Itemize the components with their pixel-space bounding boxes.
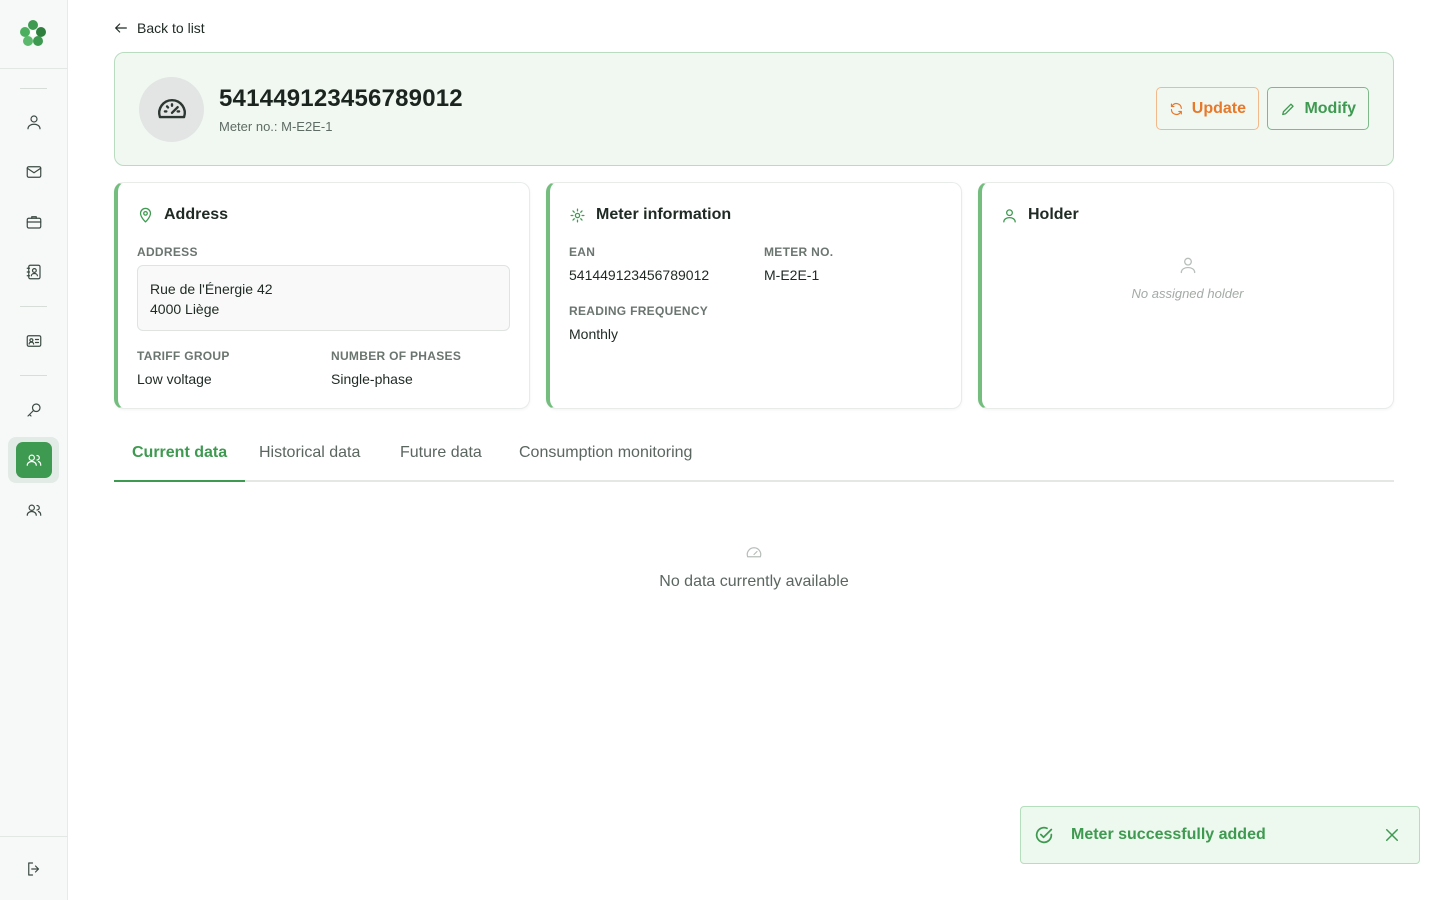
sidebar-separator: [20, 88, 47, 89]
address-card-title: Address: [137, 206, 228, 224]
holder-card-title-text: Holder: [1028, 206, 1079, 223]
phases-label: NUMBER OF PHASES: [331, 349, 462, 363]
holder-card-title: Holder: [1001, 206, 1079, 224]
no-data-state: No data currently available: [114, 544, 1394, 591]
gauge-icon: [157, 98, 186, 118]
meter-ean-title: 541449123456789012: [219, 85, 463, 112]
sidebar-item-mail[interactable]: [8, 149, 59, 195]
address-line-2: 4000 Liège: [150, 301, 220, 317]
meter-header: 541449123456789012 Meter no.: M-E2E-1 Up…: [114, 52, 1394, 166]
update-button[interactable]: Update: [1156, 87, 1259, 130]
users-icon: [26, 504, 41, 516]
sidebar-divider: [0, 836, 68, 837]
logout-icon: [27, 862, 39, 876]
modify-button-label: Modify: [1304, 99, 1356, 117]
meter-no-label: METER NO.: [764, 245, 834, 259]
sidebar-item-user[interactable]: [8, 99, 59, 145]
tab-bar: Current data Historical data Future data…: [114, 436, 1394, 482]
tab-current-data[interactable]: Current data: [114, 436, 246, 482]
sidebar-separator: [20, 375, 47, 376]
close-icon[interactable]: [1383, 826, 1401, 844]
toast-message: Meter successfully added: [1071, 826, 1266, 843]
tariff-group-label: TARIFF GROUP: [137, 349, 230, 363]
address-label: ADDRESS: [137, 245, 198, 259]
mail-icon: [26, 166, 41, 178]
update-button-label: Update: [1191, 99, 1246, 117]
refresh-icon: [1170, 102, 1182, 115]
user-icon: [1180, 257, 1195, 274]
arrow-left-icon: [115, 23, 127, 33]
users-icon: [26, 454, 41, 466]
address-card: Address ADDRESS Rue de l'Énergie 42 4000…: [114, 182, 530, 409]
no-data-text: No data currently available: [659, 573, 849, 590]
active-indicator: [15, 442, 52, 478]
sidebar-separator: [20, 306, 47, 307]
gauge-icon: [746, 547, 762, 558]
sidebar-item-groups[interactable]: [8, 487, 59, 533]
user-icon: [1003, 208, 1016, 223]
back-link[interactable]: Back to list: [113, 20, 205, 36]
key-icon: [26, 403, 41, 417]
sidebar-item-key[interactable]: [8, 387, 59, 433]
meter-no-value: M-E2E-1: [764, 267, 820, 283]
holder-empty-text: No assigned holder: [1131, 286, 1244, 301]
address-line-1: Rue de l'Énergie 42: [150, 281, 273, 297]
ean-value: 541449123456789012: [569, 267, 710, 283]
meter-avatar: [139, 77, 204, 142]
holder-card: Holder No assigned holder: [978, 182, 1394, 409]
briefcase-icon: [26, 216, 41, 229]
sidebar: [0, 0, 68, 900]
pencil-icon: [1282, 103, 1294, 115]
meter-info-card-title: Meter information: [569, 206, 731, 224]
sidebar-item-meters[interactable]: [8, 437, 59, 483]
back-link-label: Back to list: [137, 20, 205, 36]
sidebar-item-contacts[interactable]: [8, 249, 59, 295]
sidebar-divider: [0, 68, 68, 69]
tariff-group-value: Low voltage: [137, 371, 212, 387]
ean-label: EAN: [569, 245, 596, 259]
reading-frequency-value: Monthly: [569, 326, 619, 342]
sidebar-item-briefcase[interactable]: [8, 199, 59, 245]
sidebar-item-id-card[interactable]: [8, 318, 59, 364]
gear-icon: [570, 207, 585, 223]
phases-value: Single-phase: [331, 371, 413, 387]
meter-number-subtitle: Meter no.: M-E2E-1: [219, 119, 333, 134]
id-card-icon: [26, 335, 41, 347]
check-circle-icon: [1035, 826, 1053, 844]
logout-button[interactable]: [8, 846, 59, 892]
map-pin-icon: [139, 207, 152, 223]
holder-empty-state: No assigned holder: [982, 255, 1393, 301]
address-box: Rue de l'Énergie 42 4000 Liège: [137, 265, 510, 331]
modify-button[interactable]: Modify: [1267, 87, 1369, 130]
tab-consumption-monitoring[interactable]: Consumption monitoring: [501, 436, 710, 482]
contact-book-icon: [26, 264, 41, 280]
meter-info-card-title-text: Meter information: [596, 206, 732, 223]
clover-logo[interactable]: [18, 18, 48, 48]
reading-frequency-label: READING FREQUENCY: [569, 304, 709, 318]
user-icon: [26, 115, 41, 130]
tab-future-data[interactable]: Future data: [382, 436, 500, 482]
meter-info-card: Meter information EAN 541449123456789012…: [546, 182, 962, 409]
success-toast: Meter successfully added: [1020, 806, 1420, 864]
tab-historical-data[interactable]: Historical data: [241, 436, 378, 482]
address-card-title-text: Address: [164, 206, 229, 223]
